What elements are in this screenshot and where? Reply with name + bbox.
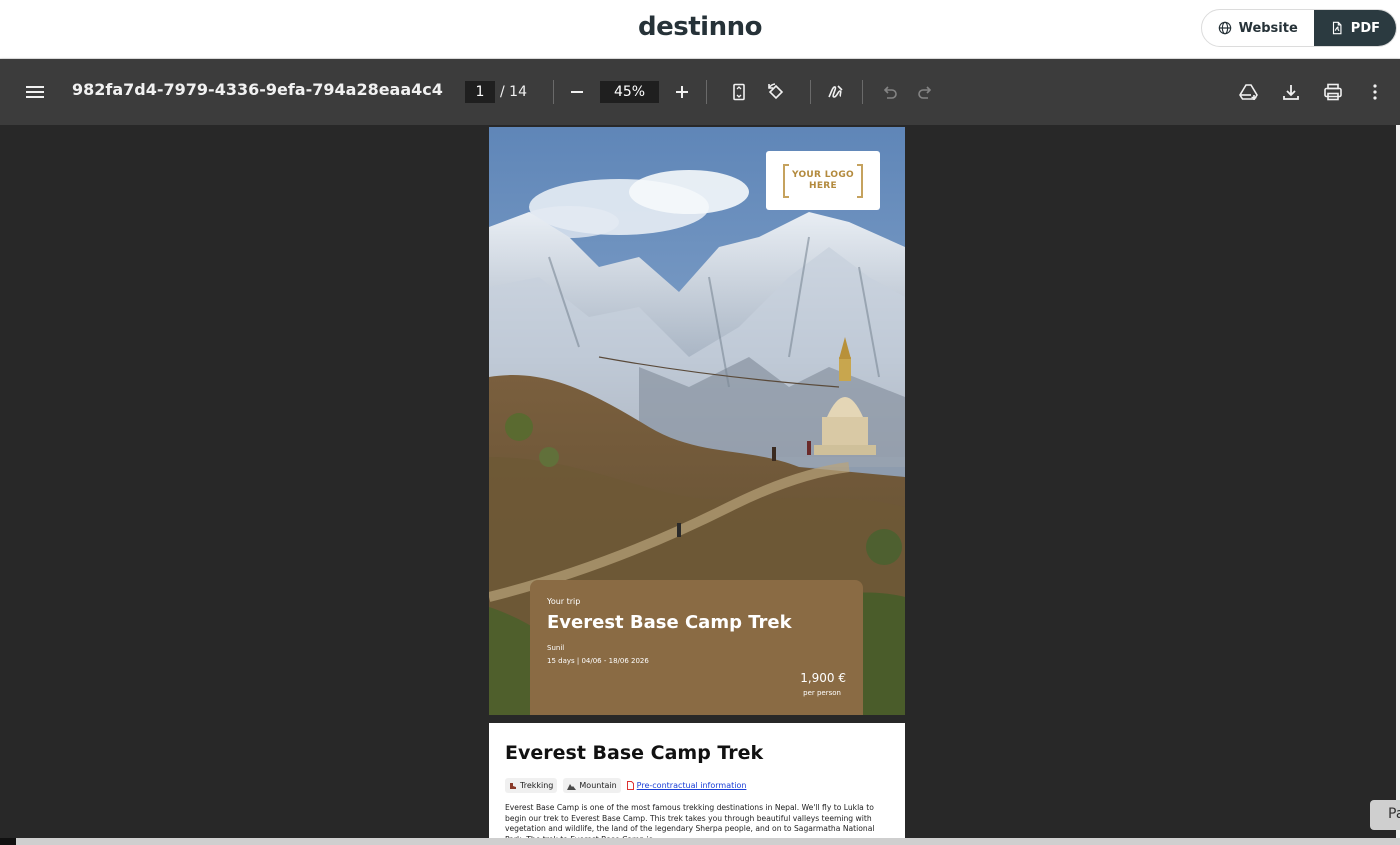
logo-text-line2: HERE — [809, 180, 837, 191]
pdf-view-button[interactable]: PDF — [1313, 10, 1396, 46]
pdf-viewer-area[interactable]: YOUR LOGO HERE Your trip Everest Base Ca… — [0, 125, 1400, 845]
bottom-strip — [0, 838, 1400, 845]
view-toggle: Website PDF — [1200, 9, 1397, 47]
traveler-name: Sunil — [547, 644, 565, 652]
undo-icon — [883, 86, 897, 99]
document-title: 982fa7d4-7979-4336-9efa-794a28eaa4c4 — [72, 80, 443, 99]
undo-button[interactable] — [873, 76, 905, 108]
trip-price: 1,900 € — [800, 671, 846, 685]
link-label: Pre-contractual information — [636, 781, 747, 790]
price-note: per person — [803, 689, 841, 697]
page-number-input[interactable] — [465, 81, 495, 103]
redo-button[interactable] — [910, 76, 942, 108]
globe-icon — [1218, 21, 1231, 35]
corner-button[interactable]: Pa — [1370, 800, 1400, 830]
rotate-button[interactable] — [760, 76, 792, 108]
trip-summary-card: Your trip Everest Base Camp Trek Sunil 1… — [530, 580, 863, 715]
redo-icon — [918, 86, 932, 99]
fit-page-button[interactable] — [723, 76, 755, 108]
mountain-icon — [567, 783, 577, 790]
print-icon — [1324, 83, 1342, 101]
pdf-file-icon — [626, 781, 634, 790]
zoom-out-button[interactable] — [561, 76, 593, 108]
toolbar-divider — [862, 80, 863, 104]
toolbar-divider — [706, 80, 707, 104]
more-options-button[interactable] — [1359, 76, 1391, 108]
pdf-file-icon — [1332, 21, 1342, 35]
fit-page-icon — [733, 83, 745, 101]
zoom-in-button[interactable] — [666, 76, 698, 108]
trip-dates: 15 days | 04/06 - 18/06 2026 — [547, 657, 649, 665]
trip-kicker: Your trip — [547, 597, 581, 606]
website-view-label: Website — [1238, 20, 1298, 36]
hiking-boot-icon — [510, 782, 516, 789]
site-header: destinno Website PDF — [0, 0, 1400, 59]
trip-tags: Trekking Mountain Pre-contractual inform… — [505, 778, 746, 793]
page-total: / 14 — [500, 84, 527, 100]
drive-icon — [1239, 84, 1258, 100]
zoom-level-input[interactable] — [600, 81, 659, 103]
save-to-drive-button[interactable] — [1233, 76, 1265, 108]
menu-icon — [26, 86, 44, 98]
pdf-page-cover: YOUR LOGO HERE Your trip Everest Base Ca… — [489, 127, 905, 715]
download-button[interactable] — [1275, 76, 1307, 108]
precontractual-info-link[interactable]: Pre-contractual information — [626, 781, 747, 790]
vertical-scrollbar[interactable] — [1396, 125, 1400, 845]
more-icon — [1373, 84, 1377, 100]
pdf-toolbar: 982fa7d4-7979-4336-9efa-794a28eaa4c4 / 1… — [0, 59, 1400, 125]
annotate-icon — [828, 85, 843, 98]
toolbar-divider — [810, 80, 811, 104]
download-icon — [1283, 85, 1299, 100]
logo-frame: YOUR LOGO HERE — [783, 163, 863, 198]
website-view-button[interactable]: Website — [1202, 10, 1314, 46]
zoom-in-icon — [676, 86, 688, 98]
print-button[interactable] — [1317, 76, 1349, 108]
menu-button[interactable] — [20, 78, 50, 106]
pdf-view-label: PDF — [1350, 20, 1380, 36]
brand-logo[interactable]: destinno — [0, 12, 1400, 42]
tag-label: Mountain — [579, 781, 617, 790]
toolbar-divider — [553, 80, 554, 104]
annotate-button[interactable] — [820, 76, 852, 108]
bottom-strip-edge — [0, 838, 16, 845]
tag-mountain: Mountain — [563, 778, 621, 793]
logo-placeholder: YOUR LOGO HERE — [766, 151, 880, 210]
page2-title: Everest Base Camp Trek — [505, 742, 764, 764]
rotate-icon — [768, 83, 784, 100]
tag-label: Trekking — [520, 781, 554, 790]
pdf-page-2: Everest Base Camp Trek Trekking Mountain… — [489, 723, 905, 845]
trip-title: Everest Base Camp Trek — [547, 612, 792, 633]
logo-text-line1: YOUR LOGO — [791, 169, 855, 180]
zoom-out-icon — [571, 91, 583, 93]
tag-trekking: Trekking — [505, 778, 558, 793]
